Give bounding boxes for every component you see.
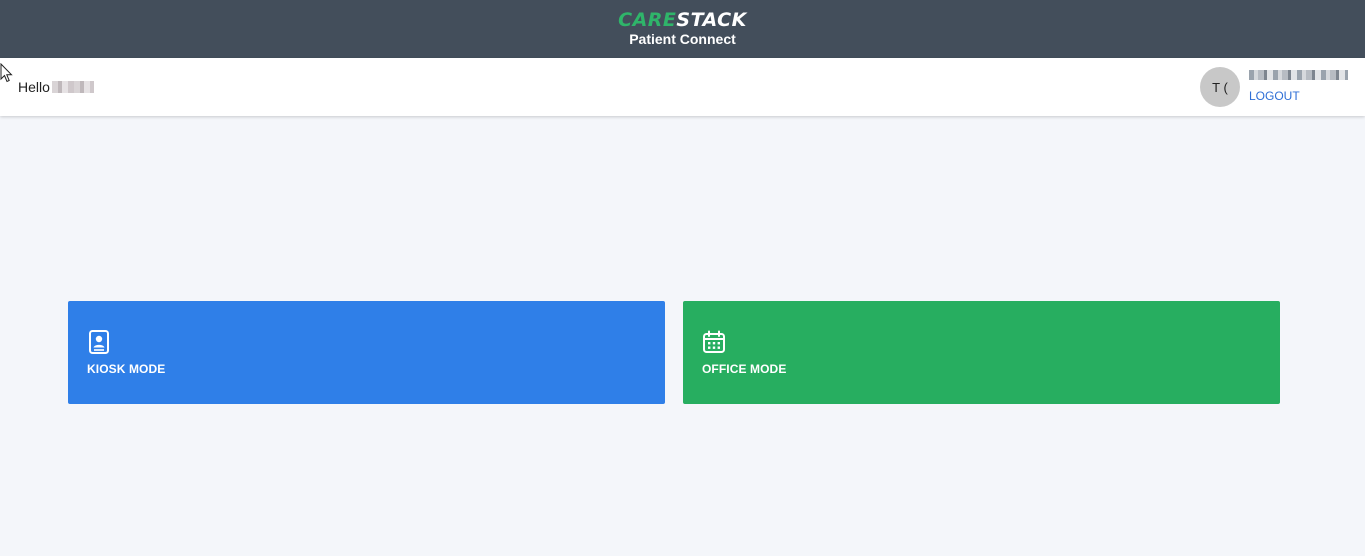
app-subtitle: Patient Connect (629, 30, 736, 47)
mouse-cursor-icon (0, 63, 13, 83)
avatar[interactable]: T ( (1200, 67, 1240, 107)
logo-care-text: CARE (618, 8, 677, 31)
kiosk-id-card-icon (89, 330, 109, 354)
calendar-icon (703, 330, 725, 353)
redacted-user-name (51, 81, 94, 93)
app-header: CARESTACK Patient Connect (0, 0, 1365, 58)
office-mode-button[interactable]: OFFICE MODE (683, 301, 1280, 404)
redacted-account-name (1249, 70, 1348, 80)
avatar-initials: T ( (1212, 79, 1228, 95)
greeting-text: Hello (18, 79, 50, 95)
logo-stack-text: STACK (676, 8, 747, 31)
logout-link[interactable]: LOGOUT (1249, 89, 1300, 103)
carestack-logo: CARESTACK (618, 10, 747, 30)
user-bar: Hello T ( LOGOUT (0, 58, 1365, 116)
office-mode-label: OFFICE MODE (702, 362, 787, 376)
kiosk-mode-label: KIOSK MODE (87, 362, 166, 376)
kiosk-mode-button[interactable]: KIOSK MODE (68, 301, 665, 404)
greeting: Hello (18, 79, 94, 95)
